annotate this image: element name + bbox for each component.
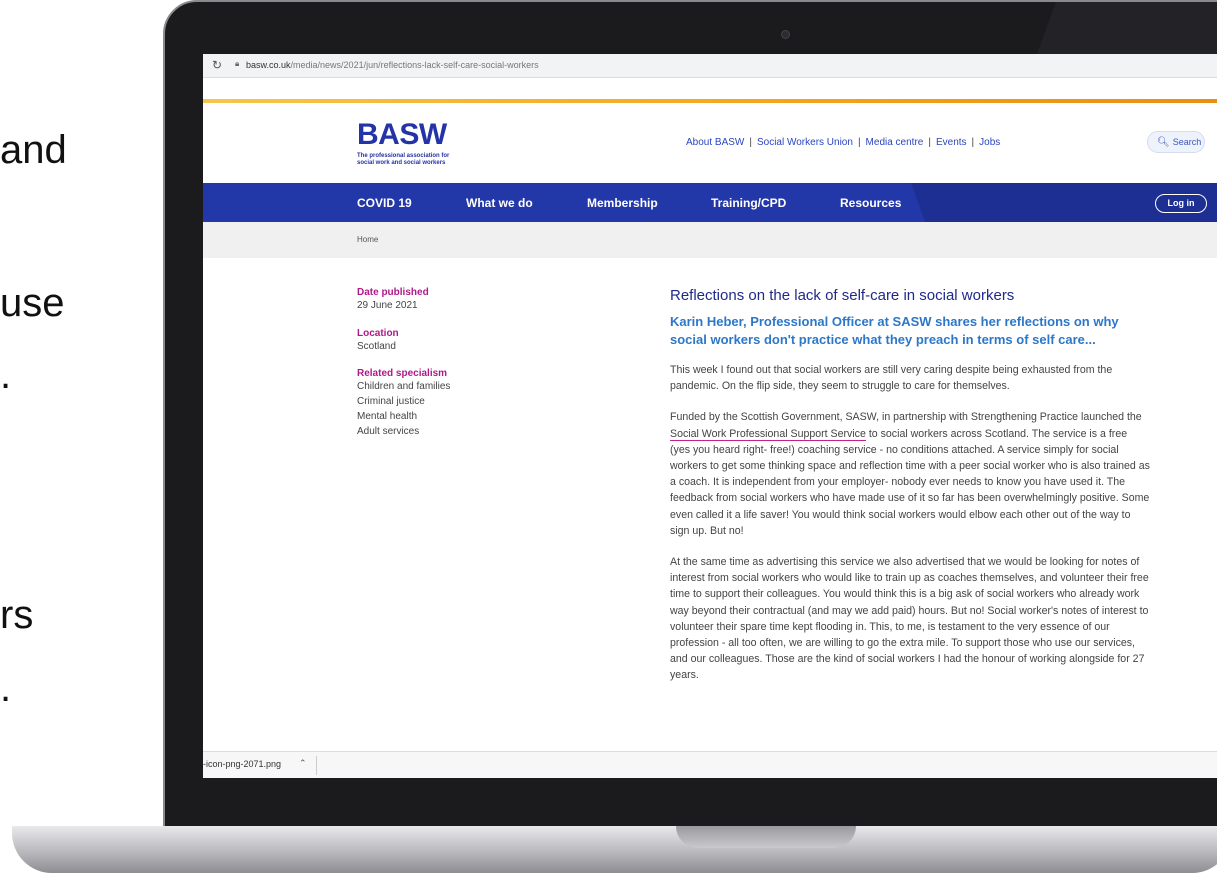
lid-reflection — [1034, 2, 1217, 62]
support-service-link[interactable]: Social Work Professional Support Service — [670, 427, 866, 441]
reload-icon[interactable]: ↻ — [212, 58, 222, 72]
nav-item-what-we-do[interactable]: What we do — [466, 196, 533, 210]
top-link-media[interactable]: Media centre — [866, 137, 924, 148]
nav-item-training[interactable]: Training/CPD — [711, 196, 786, 210]
specialism-item[interactable]: Children and families — [357, 379, 450, 394]
meta-location: Location Scotland — [357, 328, 399, 354]
meta-date: Date published 29 June 2021 — [357, 287, 429, 313]
article-body: Reflections on the lack of self-care in … — [670, 287, 1150, 699]
logo-wordmark: BASW — [357, 118, 447, 151]
nav-item-resources[interactable]: Resources — [840, 196, 901, 210]
article-paragraph: Funded by the Scottish Government, SASW,… — [670, 409, 1150, 539]
top-link-jobs[interactable]: Jobs — [979, 137, 1000, 148]
article-title: Reflections on the lack of self-care in … — [670, 287, 1015, 304]
nav-item-membership[interactable]: Membership — [587, 196, 658, 210]
browser-screen: ↻ 🔒︎ basw.co.uk/media/news/2021/jun/refl… — [203, 54, 1217, 778]
meta-specialism: Related specialism Children and families… — [357, 368, 450, 439]
url-text[interactable]: basw.co.uk/media/news/2021/jun/reflectio… — [246, 60, 539, 70]
nav-item-covid[interactable]: COVID 19 — [357, 196, 412, 210]
camera-icon — [781, 30, 790, 39]
top-link-separator: | — [928, 137, 931, 148]
meta-date-label: Date published — [357, 287, 429, 298]
url-domain: basw.co.uk — [246, 60, 291, 70]
accent-stripe — [203, 99, 1217, 103]
slide-text-line: . — [0, 353, 12, 397]
specialism-item[interactable]: Mental health — [357, 409, 450, 424]
paragraph-text: to social workers across Scotland. The s… — [670, 427, 1150, 537]
chevron-up-icon[interactable]: ⌃ — [299, 758, 307, 769]
meta-location-label: Location — [357, 328, 399, 339]
top-link-separator: | — [857, 137, 861, 148]
laptop-base — [12, 826, 1217, 873]
paragraph-text: Funded by the Scottish Government, SASW,… — [670, 411, 1142, 424]
slide-text-line: . — [0, 666, 12, 710]
top-link-events[interactable]: Events — [936, 137, 967, 148]
slide-text-line: rs — [0, 593, 34, 637]
article-subtitle: Karin Heber, Professional Officer at SAS… — [670, 314, 1119, 347]
main-nav: COVID 19 What we do Membership Training/… — [203, 183, 1217, 222]
top-link-swu[interactable]: Social Workers Union — [757, 137, 853, 148]
search-button[interactable]: 🔍︎ Search — [1147, 131, 1205, 153]
lock-icon[interactable]: 🔒︎ — [235, 59, 239, 69]
search-label: Search — [1172, 137, 1202, 147]
url-path: /media/news/2021/jun/reflections-lack-se… — [290, 60, 539, 70]
laptop-notch — [676, 826, 856, 848]
download-divider — [316, 756, 317, 775]
top-link-separator: | — [971, 137, 975, 148]
meta-specialism-label: Related specialism — [357, 368, 448, 379]
specialism-item[interactable]: Adult services — [357, 424, 450, 439]
top-link-about[interactable]: About BASW — [686, 137, 744, 148]
top-link-separator: | — [749, 137, 752, 148]
breadcrumb-home[interactable]: Home — [357, 235, 378, 244]
login-button[interactable]: Log in — [1155, 194, 1207, 213]
site-logo[interactable]: BASW The professional association for so… — [357, 120, 467, 167]
article-paragraph: This week I found out that social worker… — [670, 364, 1113, 393]
download-bar: -icon-png-2071.png ⌃ — [203, 751, 1217, 778]
specialism-item[interactable]: Criminal justice — [357, 394, 450, 409]
breadcrumb-bar: Home — [203, 222, 1217, 258]
slide-text-line: and — [0, 128, 67, 172]
meta-location-value: Scotland — [357, 341, 396, 352]
article-paragraph: At the same time as advertising this ser… — [670, 556, 1149, 682]
meta-date-value: 29 June 2021 — [357, 300, 418, 311]
logo-tagline: The professional association for social … — [357, 153, 450, 166]
slide-text-line: use — [0, 281, 65, 325]
search-icon: 🔍︎ — [1157, 137, 1170, 148]
top-links: About BASW | Social Workers Union | Medi… — [686, 137, 1000, 148]
address-bar[interactable]: ↻ 🔒︎ basw.co.uk/media/news/2021/jun/refl… — [203, 54, 1217, 78]
download-item[interactable]: -icon-png-2071.png — [203, 759, 281, 769]
